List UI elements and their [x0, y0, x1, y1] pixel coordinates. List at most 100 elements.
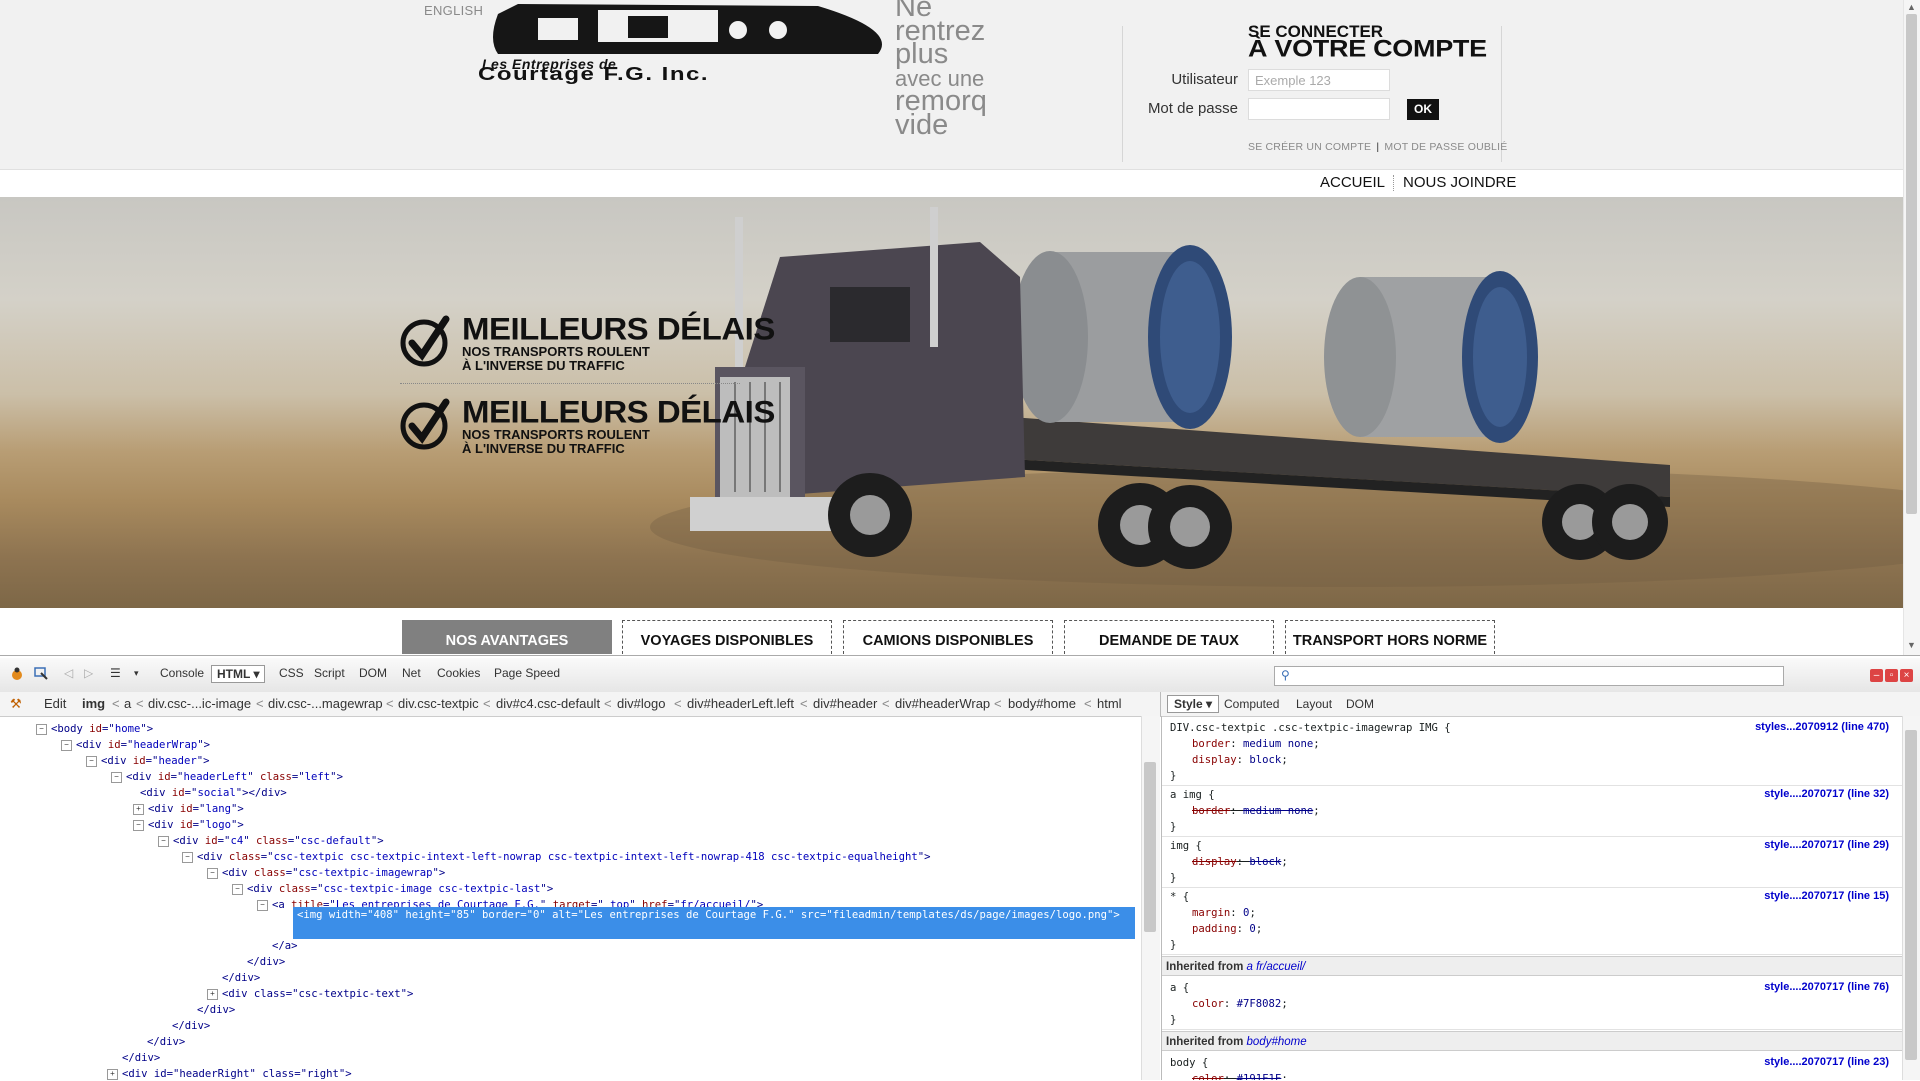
menu-dropdown-icon[interactable]: ▾: [134, 668, 139, 679]
css-source-link[interactable]: style....2070717 (line 76): [1764, 981, 1889, 993]
forgot-password-link[interactable]: MOT DE PASSE OUBLIÉ: [1384, 141, 1507, 153]
expand-icon[interactable]: +: [107, 1068, 118, 1080]
scroll-up-arrow-icon[interactable]: ▲: [1906, 2, 1917, 12]
css-property[interactable]: color: #7F8082;: [1192, 996, 1288, 1012]
html-tree-node[interactable]: </div>: [222, 970, 260, 986]
breadcrumb-item[interactable]: div#headerWrap: [895, 696, 990, 711]
tab-camions-disponibles[interactable]: CAMIONS DISPONIBLES: [843, 620, 1053, 654]
collapse-icon[interactable]: −: [61, 739, 72, 751]
css-property[interactable]: display: block;: [1192, 752, 1288, 768]
css-property[interactable]: margin: 0;: [1192, 905, 1256, 921]
tool-dom[interactable]: DOM: [359, 666, 387, 680]
side-tab-dom[interactable]: DOM: [1346, 697, 1374, 711]
expand-icon[interactable]: +: [133, 803, 144, 815]
collapse-icon[interactable]: −: [86, 755, 97, 767]
tool-cookies[interactable]: Cookies: [437, 666, 480, 680]
html-tree-node[interactable]: − <body id="home">: [36, 721, 153, 737]
html-tree-node[interactable]: + <div id="headerRight" class="right">: [107, 1066, 352, 1080]
expand-icon[interactable]: +: [207, 988, 218, 1000]
tab-demande-de-taux[interactable]: DEMANDE DE TAUX: [1064, 620, 1274, 654]
html-tree-node[interactable]: </div>: [172, 1018, 210, 1034]
css-selector[interactable]: a img {: [1170, 787, 1215, 803]
inspect-icon[interactable]: [34, 667, 48, 681]
collapse-icon[interactable]: −: [111, 771, 122, 783]
close-icon[interactable]: ×: [1900, 669, 1913, 682]
css-selector[interactable]: DIV.csc-textpic .csc-textpic-imagewrap I…: [1170, 720, 1451, 736]
breadcrumb-item[interactable]: div#header: [813, 696, 877, 711]
css-source-link[interactable]: styles...2070912 (line 470): [1755, 721, 1889, 733]
password-field[interactable]: [1248, 98, 1390, 120]
css-property[interactable]: color: #191F1F;: [1192, 1071, 1288, 1080]
language-link-english[interactable]: ENGLISH: [424, 3, 483, 18]
tab-nos-avantages[interactable]: NOS AVANTAGES: [402, 620, 612, 654]
breadcrumb-item[interactable]: div.csc-...ic-image: [148, 696, 251, 711]
inherited-link[interactable]: a fr/accueil/: [1247, 961, 1306, 973]
collapse-icon[interactable]: −: [182, 851, 193, 863]
collapse-icon[interactable]: −: [207, 867, 218, 879]
username-field[interactable]: Exemple 123: [1248, 69, 1390, 91]
side-tab-style[interactable]: Style ▾: [1167, 695, 1220, 713]
minimize-icon[interactable]: –: [1870, 669, 1883, 682]
css-selector[interactable]: img {: [1170, 838, 1202, 854]
css-source-link[interactable]: style....2070717 (line 32): [1764, 788, 1889, 800]
html-tree-node[interactable]: − <div id="headerWrap">: [61, 737, 210, 753]
css-source-link[interactable]: style....2070717 (line 29): [1764, 839, 1889, 851]
side-tab-layout[interactable]: Layout: [1296, 697, 1332, 711]
html-tree-node[interactable]: </div>: [147, 1034, 185, 1050]
css-selector[interactable]: * {: [1170, 889, 1189, 905]
html-tree-node[interactable]: </a>: [272, 938, 298, 954]
style-panel-scrollbar-thumb[interactable]: [1905, 730, 1917, 1060]
breadcrumb-item[interactable]: html: [1097, 696, 1122, 711]
html-tree-scrollbar-thumb[interactable]: [1144, 762, 1156, 932]
side-tab-computed[interactable]: Computed: [1224, 697, 1279, 711]
css-selector[interactable]: body {: [1170, 1055, 1208, 1071]
menu-list-icon[interactable]: ☰: [110, 666, 121, 680]
html-tree-node[interactable]: − <div class="csc-textpic-image csc-textp…: [232, 881, 553, 897]
edit-button[interactable]: Edit: [44, 696, 66, 711]
breadcrumb-item[interactable]: a: [124, 696, 131, 711]
nav-item-accueil[interactable]: ACCUEIL: [1320, 174, 1385, 191]
tool-script[interactable]: Script: [314, 666, 345, 680]
css-property[interactable]: padding: 0;: [1192, 921, 1262, 937]
edit-icon[interactable]: ⚒: [10, 696, 22, 712]
css-source-link[interactable]: style....2070717 (line 15): [1764, 890, 1889, 902]
html-tree-node[interactable]: − <div id="logo">: [133, 817, 244, 833]
html-tree-node[interactable]: </div>: [122, 1050, 160, 1066]
html-tree-node[interactable]: − <div class="csc-textpic-imagewrap">: [207, 865, 445, 881]
collapse-icon[interactable]: −: [158, 835, 169, 847]
tab-voyages-disponibles[interactable]: VOYAGES DISPONIBLES: [622, 620, 832, 654]
css-property[interactable]: display: block;: [1192, 854, 1288, 870]
detach-icon[interactable]: ▫: [1885, 669, 1898, 682]
collapse-icon[interactable]: −: [257, 899, 268, 911]
html-tree-node[interactable]: − <div class="csc-textpic csc-textpic-int…: [182, 849, 931, 865]
html-tree-node[interactable]: − <div id="headerLeft" class="left">: [111, 769, 343, 785]
login-ok-button[interactable]: OK: [1407, 99, 1439, 120]
html-tree-node[interactable]: </div>: [247, 954, 285, 970]
breadcrumb-item[interactable]: div.csc-textpic: [398, 696, 479, 711]
page-scrollbar-thumb[interactable]: [1906, 14, 1917, 514]
breadcrumb-item[interactable]: div#logo: [617, 696, 665, 711]
tool-page-speed[interactable]: Page Speed: [494, 666, 560, 680]
css-selector[interactable]: a {: [1170, 980, 1189, 996]
create-account-link[interactable]: SE CRÉER UN COMPTE: [1248, 141, 1371, 153]
firebug-search-input[interactable]: ⚲: [1274, 666, 1784, 686]
nav-item-nous-joindre[interactable]: NOUS JOINDRE: [1403, 174, 1516, 191]
html-tree-node[interactable]: </div>: [197, 1002, 235, 1018]
tab-transport-hors-norme[interactable]: TRANSPORT HORS NORME: [1285, 620, 1495, 654]
breadcrumb-item[interactable]: img: [82, 696, 105, 711]
css-source-link[interactable]: style....2070717 (line 23): [1764, 1056, 1889, 1068]
breadcrumb-item[interactable]: div.csc-...magewrap: [268, 696, 383, 711]
css-property[interactable]: border: medium none;: [1192, 803, 1320, 819]
html-tree-node[interactable]: + <div id="lang">: [133, 801, 244, 817]
scroll-down-arrow-icon[interactable]: ▼: [1906, 640, 1917, 650]
inherited-link[interactable]: body#home: [1247, 1036, 1307, 1048]
tool-net[interactable]: Net: [402, 666, 421, 680]
firebug-bug-icon[interactable]: [10, 667, 24, 681]
collapse-icon[interactable]: −: [232, 883, 243, 895]
breadcrumb-item[interactable]: div#headerLeft.left: [687, 696, 794, 711]
css-property[interactable]: border: medium none;: [1192, 736, 1320, 752]
tool-console[interactable]: Console: [160, 666, 204, 680]
html-tree-node[interactable]: <div id="social"></div>: [140, 785, 287, 801]
html-tree-node[interactable]: − <div id="header">: [86, 753, 210, 769]
html-tree-node[interactable]: + <div class="csc-textpic-text">: [207, 986, 413, 1002]
